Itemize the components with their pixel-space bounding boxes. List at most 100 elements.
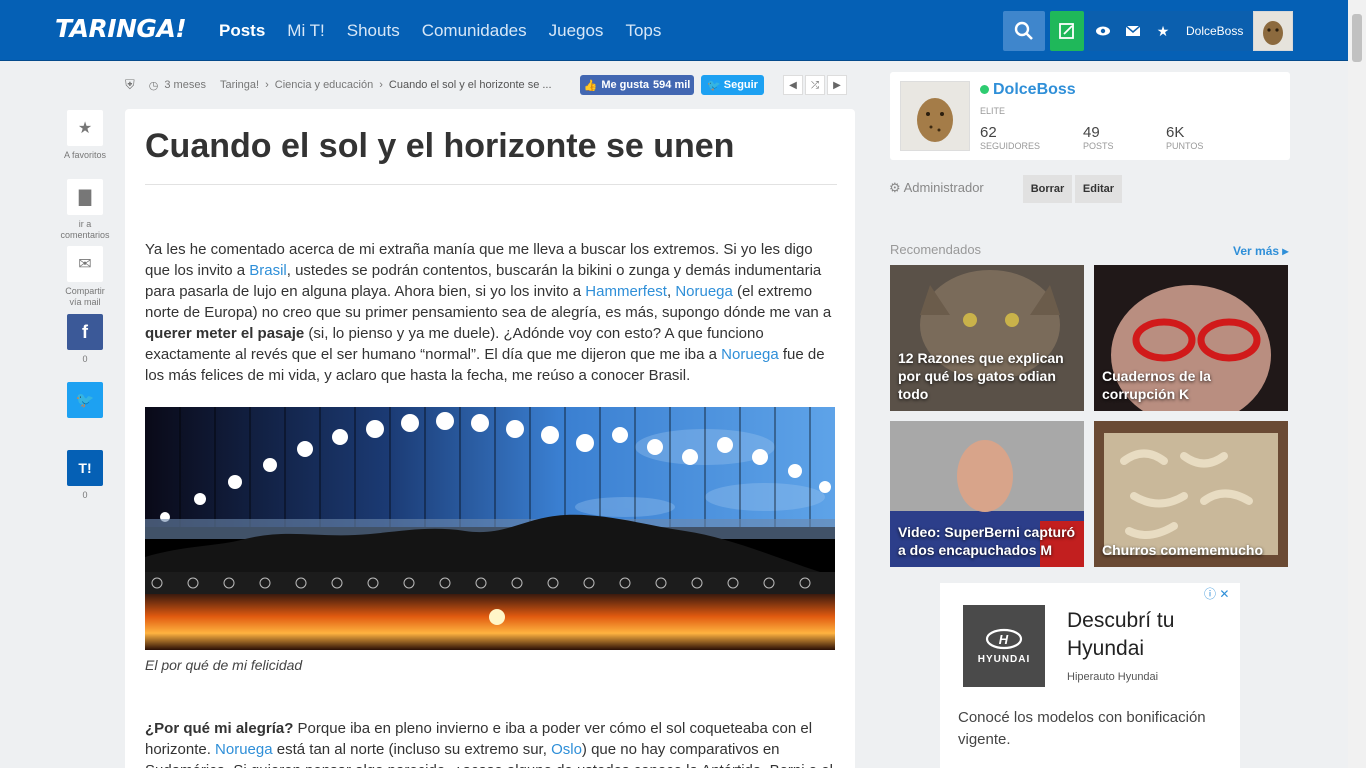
author-name-link[interactable]: DolceBoss	[980, 81, 1076, 99]
nav-juegos[interactable]: Juegos	[549, 21, 604, 41]
favorite-label: A favoritos	[63, 150, 107, 160]
inline-link[interactable]: Hammerfest	[585, 283, 667, 300]
star-icon[interactable]: ★	[1148, 11, 1178, 51]
fb-like-label: Me gusta	[601, 79, 650, 91]
ad-close-icon[interactable]: ⓘ ✕	[1204, 585, 1229, 602]
chevron-right-icon: ›	[379, 79, 383, 91]
twitter-follow-button[interactable]: 🐦 Seguir	[701, 75, 764, 95]
twitter-share[interactable]: 🐦	[60, 382, 110, 422]
post-image-sun-horizon	[145, 407, 835, 650]
see-more-label: Ver más	[1233, 244, 1280, 258]
recommended-item[interactable]: Churros comememucho	[1094, 421, 1288, 567]
ad-title[interactable]: Descubrí tu Hyundai	[1067, 607, 1227, 663]
stat-points: 6K PUNTOS	[1166, 124, 1203, 151]
online-status-icon	[980, 85, 989, 94]
nav-shouts[interactable]: Shouts	[347, 21, 400, 41]
posts-label: POSTS	[1083, 141, 1114, 151]
fb-like-count: 594 mil	[653, 79, 691, 91]
recommended-item[interactable]: 12 Razones que explican por qué los gato…	[890, 265, 1084, 411]
image-caption: El por qué de mi felicidad	[145, 657, 303, 673]
post-age: 3 meses	[164, 79, 206, 91]
twitter-icon[interactable]: 🐦	[67, 382, 103, 418]
top-navbar: TARINGA! Posts Mi T! Shouts Comunidades …	[0, 0, 1348, 61]
post-paragraph-2: ¿Por qué mi alegría? Porque iba en pleno…	[145, 718, 835, 768]
random-post-button[interactable]: ⤮	[805, 75, 825, 95]
new-post-button[interactable]	[1050, 11, 1084, 51]
scrollbar-thumb[interactable]	[1352, 14, 1362, 62]
post-title: Cuando el sol y el horizonte se unen	[145, 127, 837, 185]
facebook-share[interactable]: f 0	[60, 314, 110, 364]
author-avatar[interactable]	[900, 81, 970, 151]
facebook-share-count: 0	[82, 354, 88, 364]
hyundai-logo: H HYUNDAI	[963, 605, 1045, 687]
next-post-button[interactable]: ▶	[827, 75, 847, 95]
username-link[interactable]: DolceBoss	[1186, 24, 1243, 38]
post-paragraph-1: Ya les he comentado acerca de mi extraña…	[145, 239, 835, 386]
breadcrumb-category[interactable]: Ciencia y educación	[275, 79, 373, 91]
recommended-title: Video: SuperBerni capturó a dos encapuch…	[898, 524, 1076, 558]
page-scrollbar[interactable]	[1348, 0, 1366, 768]
breadcrumb-current: Cuando el sol y el horizonte se ...	[388, 79, 552, 91]
edit-button[interactable]: Editar	[1075, 175, 1122, 203]
inline-link[interactable]: Brasil	[249, 262, 287, 279]
post-navigation: ◀ ⤮ ▶	[783, 75, 847, 95]
site-logo[interactable]: TARINGA!	[55, 14, 187, 43]
inline-link[interactable]: Oslo	[551, 741, 582, 758]
comments-label: ir a comentarios	[60, 219, 110, 240]
facebook-like-button[interactable]: 👍 Me gusta 594 mil	[580, 75, 694, 95]
nav-comunidades[interactable]: Comunidades	[422, 21, 527, 41]
admin-label: Administrador	[903, 180, 984, 195]
facebook-icon[interactable]: f	[67, 314, 103, 350]
author-rank: ELITE	[980, 106, 1006, 116]
stat-followers: 62 SEGUIDORES	[980, 124, 1040, 151]
see-more-link[interactable]: Ver más ▸	[1233, 244, 1288, 258]
nav-posts[interactable]: Posts	[219, 21, 265, 41]
points-label: PUNTOS	[1166, 141, 1204, 151]
nav-tops[interactable]: Tops	[625, 21, 661, 41]
inline-link[interactable]: Noruega	[721, 346, 779, 363]
ad-advertiser: Hiperauto Hyundai	[1067, 671, 1159, 683]
delete-button[interactable]: Borrar	[1023, 175, 1072, 203]
breadcrumb-site[interactable]: Taringa!	[220, 79, 259, 91]
tw-follow-label: Seguir	[723, 79, 758, 91]
svg-text:H: H	[999, 632, 1009, 647]
main-nav: Posts Mi T! Shouts Comunidades Juegos To…	[219, 0, 661, 61]
inline-link[interactable]: Noruega	[675, 283, 733, 300]
author-card: DolceBoss ELITE 62 SEGUIDORES 49 POSTS 6K P…	[890, 72, 1290, 160]
mail-share-label: Compartir vía mail	[65, 286, 105, 307]
taringa-share[interactable]: T! 0	[60, 450, 110, 500]
mail-icon[interactable]: ✉	[67, 246, 103, 282]
ad-body: Conocé los modelos con bonificación vige…	[958, 709, 1206, 748]
eye-icon[interactable]	[1088, 11, 1118, 51]
recommended-item[interactable]: Cuadernos de la corrupción K	[1094, 265, 1288, 411]
comments-action[interactable]: ▇ ir a comentarios	[60, 179, 110, 241]
nav-mi-t[interactable]: Mi T!	[287, 21, 324, 41]
taringa-share-button[interactable]: T!	[67, 450, 103, 486]
taringa-share-count: 0	[82, 490, 88, 500]
star-icon[interactable]: ★	[67, 110, 103, 146]
bold-text: ¿Por qué mi alegría?	[145, 720, 294, 737]
search-icon	[1014, 21, 1033, 40]
advertisement[interactable]: ⓘ ✕ H HYUNDAI Descubrí tu Hyundai Hipera…	[940, 583, 1240, 768]
recommended-title: Cuadernos de la corrupción K	[1102, 368, 1211, 402]
user-avatar[interactable]	[1253, 11, 1293, 51]
prev-post-button[interactable]: ◀	[783, 75, 803, 95]
points-count: 6K	[1166, 124, 1185, 141]
clock-icon: ◷	[148, 79, 159, 92]
comment-icon[interactable]: ▇	[67, 179, 103, 215]
recommended-item[interactable]: Video: SuperBerni capturó a dos encapuch…	[890, 421, 1084, 567]
mail-icon[interactable]	[1118, 11, 1148, 51]
chevron-right-icon: ›	[265, 79, 269, 91]
author-name: DolceBoss	[993, 81, 1076, 98]
bold-text: querer meter el pasaje	[145, 325, 305, 342]
edit-icon	[1059, 23, 1074, 39]
posts-count: 49	[1083, 124, 1100, 141]
mail-share-action[interactable]: ✉ Compartir vía mail	[60, 246, 110, 308]
followers-count: 62	[980, 124, 997, 141]
search-button[interactable]	[1003, 11, 1045, 51]
post-card: Cuando el sol y el horizonte se unen Ya …	[125, 109, 855, 768]
favorite-action[interactable]: ★ A favoritos	[60, 110, 110, 160]
ad-logo-text: HYUNDAI	[977, 653, 1031, 665]
twitter-icon: 🐦	[707, 79, 721, 92]
inline-link[interactable]: Noruega	[215, 741, 273, 758]
